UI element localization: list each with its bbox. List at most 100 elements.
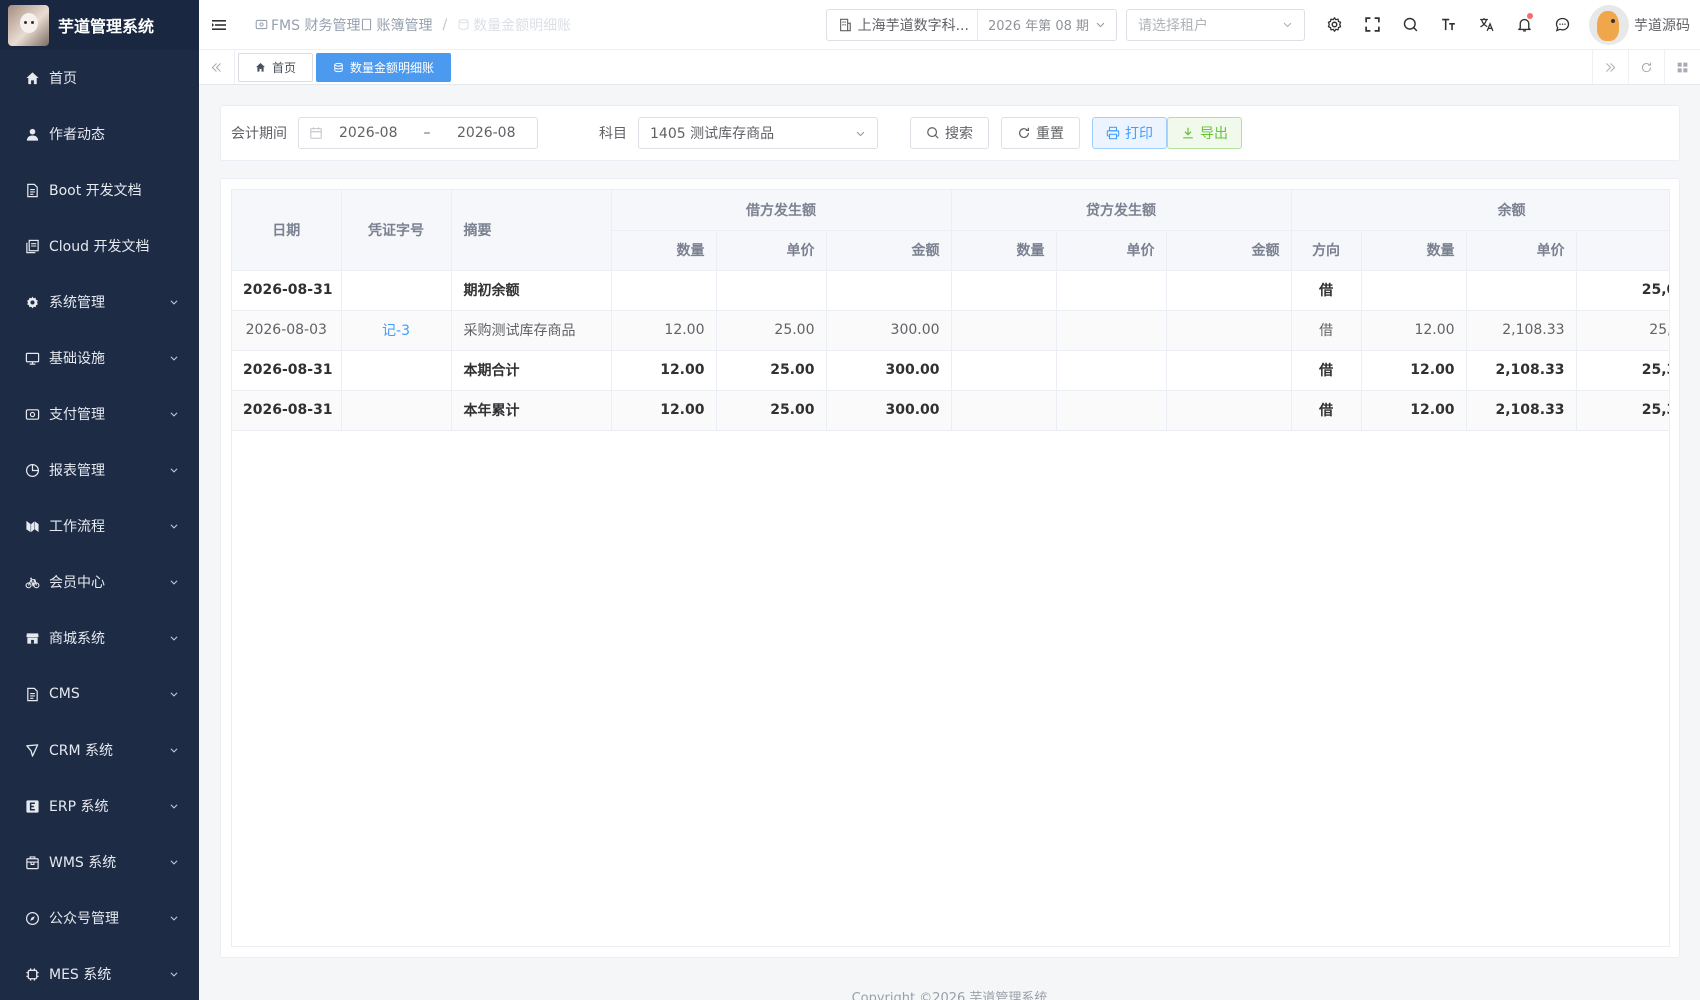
- subject-select[interactable]: 1405 测试库存商品: [638, 117, 878, 149]
- sidebar-item-label: 商城系统: [49, 631, 105, 647]
- sidebar-item-label: CRM 系统: [49, 743, 114, 759]
- period-start[interactable]: 2026-08: [339, 125, 409, 141]
- sidebar-item[interactable]: 支付管理: [0, 386, 199, 442]
- sidebar-item[interactable]: 系统管理: [0, 274, 199, 330]
- translate-icon[interactable]: [1467, 0, 1505, 50]
- sidebar-item[interactable]: 首页: [0, 50, 199, 106]
- tag-home[interactable]: 首页: [238, 52, 314, 82]
- cell-debit-price: [716, 270, 827, 311]
- export-button[interactable]: 导出: [1167, 117, 1242, 149]
- hamburger-icon[interactable]: [211, 17, 231, 33]
- sidebar-item[interactable]: CMS: [0, 666, 199, 722]
- logo-image: [8, 4, 49, 46]
- search-icon[interactable]: [1391, 0, 1429, 50]
- header-credit-qty: 数量: [951, 230, 1057, 271]
- sidebar-item[interactable]: 商城系统: [0, 610, 199, 666]
- grid-menu-icon[interactable]: [1664, 50, 1700, 84]
- header-date: 日期: [232, 190, 342, 271]
- ledger-table-wrapper[interactable]: 日期 凭证字号 摘要 借方发生额 贷方发生额 余额 数量 单价 金额 数量 单价…: [231, 189, 1670, 947]
- gear-icon[interactable]: [1315, 0, 1353, 50]
- top-header: FMS 财务管理 账簿管理 / 数量金额明细账 上海芋道数字科... 2026 …: [199, 0, 1700, 50]
- period-separator: –: [423, 125, 431, 141]
- user-menu[interactable]: 芋道源码: [1589, 4, 1690, 45]
- table-row: 2026-08-03 记-3 采购测试库存商品 12.00 25.00 300.00 借 12…: [232, 310, 1669, 351]
- refresh-icon: [1019, 127, 1029, 139]
- cell-credit-amount: [1166, 390, 1292, 431]
- avatar: [1589, 4, 1629, 45]
- cell-balance-price: 2,108.33: [1466, 350, 1577, 391]
- bell-icon[interactable]: [1505, 0, 1543, 50]
- sidebar-item[interactable]: MES 系统: [0, 946, 199, 1000]
- print-button[interactable]: 打印: [1092, 117, 1167, 149]
- company-selector[interactable]: 上海芋道数字科...: [827, 9, 978, 40]
- sidebar-item-label: 系统管理: [49, 295, 105, 311]
- logo[interactable]: 芋道管理系统: [0, 0, 199, 50]
- money-icon: [24, 406, 40, 422]
- period-label: 会计期间: [231, 126, 287, 142]
- reset-button[interactable]: 重置: [1001, 117, 1080, 149]
- voucher-link[interactable]: 记-3: [382, 323, 410, 339]
- cell-debit-qty: 12.00: [611, 350, 717, 391]
- cell-debit-price: 25.00: [716, 390, 827, 431]
- tags-scroll-left-icon[interactable]: [199, 50, 235, 84]
- cell-credit-amount: [1166, 310, 1292, 351]
- sidebar-item[interactable]: Cloud 开发文档: [0, 218, 199, 274]
- sidebar-item-label: 公众号管理: [49, 911, 119, 927]
- ledger-table-body: 2026-08-31期初余额借25,000.002026-08-03记-3采购测…: [232, 270, 1669, 431]
- user-icon: [24, 126, 40, 142]
- font-size-icon[interactable]: [1429, 0, 1467, 50]
- refresh-icon[interactable]: [1628, 50, 1664, 84]
- sidebar-item[interactable]: 基础设施: [0, 330, 199, 386]
- cell-debit-price: 25.00: [716, 310, 827, 351]
- chevron-down-icon: [169, 801, 179, 811]
- chevron-down-icon: [169, 633, 179, 643]
- sidebar-item[interactable]: CRM 系统: [0, 722, 199, 778]
- tags-scroll-right-icon[interactable]: [1592, 50, 1628, 84]
- sidebar-item[interactable]: 作者动态: [0, 106, 199, 162]
- sidebar-item[interactable]: 报表管理: [0, 442, 199, 498]
- period-end[interactable]: 2026-08: [457, 125, 516, 141]
- reset-button-label: 重置: [1036, 126, 1064, 142]
- filter-bar: 会计期间 2026-08 – 2026-08 科目 1405 测试库存商品 搜索…: [220, 105, 1680, 161]
- cell-credit-qty: [951, 310, 1057, 351]
- erp-icon: [24, 798, 40, 814]
- cell-debit-qty: [611, 270, 717, 311]
- search-button[interactable]: 搜索: [910, 117, 989, 149]
- company-period-selector: 上海芋道数字科... 2026 年第 08 期: [825, 8, 1117, 41]
- sidebar-item[interactable]: 公众号管理: [0, 890, 199, 946]
- sidebar-item[interactable]: ERP 系统: [0, 778, 199, 834]
- header-debit-amount: 金额: [826, 230, 952, 271]
- message-icon[interactable]: [1543, 0, 1581, 50]
- sidebar-item[interactable]: WMS 系统: [0, 834, 199, 890]
- period-value: 2026 年第 08 期: [987, 19, 1089, 34]
- copy-document-icon: [24, 238, 40, 254]
- breadcrumb-label: 账簿管理: [376, 17, 433, 34]
- header-debit-price: 单价: [716, 230, 827, 271]
- breadcrumb-item-ledger[interactable]: 账簿管理: [360, 15, 432, 35]
- compass-icon: [24, 910, 40, 926]
- tenant-select[interactable]: 请选择租户: [1126, 8, 1305, 41]
- sidebar-item-label: 作者动态: [49, 127, 105, 143]
- fullscreen-icon[interactable]: [1353, 0, 1391, 50]
- sidebar-item[interactable]: 工作流程: [0, 498, 199, 554]
- breadcrumb-label: 数量金额明细账: [473, 17, 572, 34]
- sidebar-item[interactable]: 会员中心: [0, 554, 199, 610]
- period-selector[interactable]: 2026 年第 08 期: [978, 15, 1116, 34]
- cell-debit-amount: 300.00: [826, 310, 952, 351]
- cell-balance-qty: 12.00: [1361, 350, 1467, 391]
- workflow-icon: [24, 518, 40, 534]
- breadcrumb-item-fms[interactable]: FMS 财务管理: [255, 15, 360, 35]
- cell-credit-price: [1056, 350, 1167, 391]
- sidebar-item-label: WMS 系统: [49, 855, 117, 871]
- period-range-picker[interactable]: 2026-08 – 2026-08: [298, 117, 538, 149]
- cell-debit-price: 25.00: [716, 350, 827, 391]
- chevron-down-icon: [1096, 22, 1105, 28]
- header-debit-qty: 数量: [611, 230, 717, 271]
- tag-quantity-amount-ledger[interactable]: 数量金额明细账: [316, 52, 452, 82]
- sidebar-item[interactable]: Boot 开发文档: [0, 162, 199, 218]
- cell-balance-amount: 25,300.00: [1576, 350, 1669, 391]
- chevron-down-icon: [1283, 22, 1292, 28]
- copyright-footer: Copyright ©2026 芋道管理系统: [851, 991, 1048, 1000]
- tags-tools: [1592, 50, 1700, 84]
- cell-voucher: [341, 390, 452, 431]
